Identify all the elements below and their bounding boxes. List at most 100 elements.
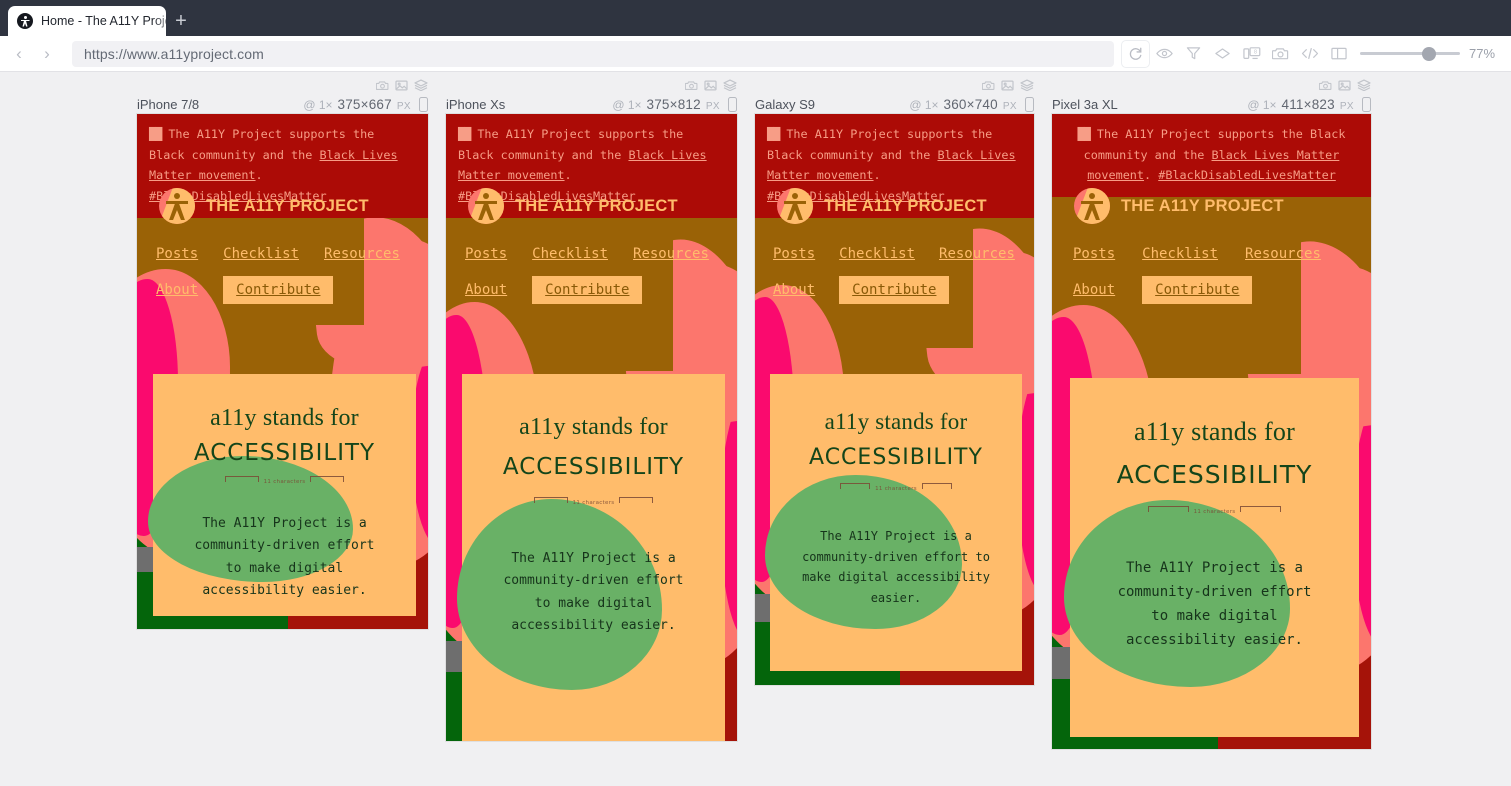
hero-content: a11y stands for ACCESSIBILITY 11 charact…: [770, 374, 1022, 671]
rotate-device-icon[interactable]: [419, 97, 428, 112]
camera-icon[interactable]: [1318, 78, 1332, 96]
layers-icon[interactable]: [1020, 78, 1034, 96]
camera-icon[interactable]: [684, 78, 698, 96]
hero-heading-secondary: ACCESSIBILITY: [193, 440, 376, 466]
devices-icon[interactable]: 8: [1238, 41, 1265, 67]
nav-link-about[interactable]: About: [1073, 278, 1115, 302]
nav-link-posts[interactable]: Posts: [1073, 242, 1115, 266]
measure-bar-right: [619, 497, 654, 503]
device-scale: @ 1×: [303, 98, 333, 112]
nav-link-resources[interactable]: Resources: [1245, 242, 1321, 266]
eye-icon[interactable]: [1151, 41, 1178, 67]
zoom-level-label: 77%: [1469, 46, 1496, 61]
zoom-slider-knob[interactable]: [1422, 46, 1436, 61]
hero-heading-primary: a11y stands for: [210, 405, 359, 431]
rendered-page: a11y stands for ACCESSIBILITY 11 charact…: [1052, 114, 1371, 749]
hero-content: a11y stands for ACCESSIBILITY 11 charact…: [153, 374, 416, 616]
hero-heading-secondary: ACCESSIBILITY: [502, 454, 685, 480]
nav-link-about[interactable]: About: [156, 278, 198, 302]
nav-link-about[interactable]: About: [773, 278, 815, 302]
device-unit: PX: [396, 101, 411, 112]
site-logo[interactable]: THE A11Y PROJECT: [137, 188, 428, 224]
rotate-device-icon[interactable]: [1362, 97, 1371, 112]
back-button[interactable]: ‹: [6, 41, 32, 67]
measure-bar-left: [1148, 506, 1189, 512]
camera-icon[interactable]: [375, 78, 389, 96]
site-logo[interactable]: THE A11Y PROJECT: [446, 188, 737, 224]
nav-link-resources[interactable]: Resources: [324, 242, 400, 266]
contribute-button[interactable]: Contribute: [223, 276, 334, 304]
device-scale: @ 1×: [1247, 98, 1277, 112]
accessibility-person-icon: [159, 188, 195, 224]
contribute-button[interactable]: Contribute: [839, 276, 950, 304]
measure-bar-right: [921, 483, 953, 489]
device-viewport[interactable]: a11y stands for ACCESSIBILITY 11 charact…: [755, 114, 1034, 685]
device-name: Galaxy S9: [755, 97, 815, 112]
device-frame-actions: [375, 78, 428, 96]
nav-link-posts[interactable]: Posts: [773, 242, 815, 266]
layers-icon[interactable]: [414, 78, 428, 96]
reload-icon[interactable]: [1122, 40, 1149, 67]
hero-card: a11y stands for ACCESSIBILITY 11 charact…: [1064, 378, 1359, 737]
nav-link-posts[interactable]: Posts: [156, 242, 198, 266]
nav-link-resources[interactable]: Resources: [633, 242, 709, 266]
rotate-device-icon[interactable]: [1025, 97, 1034, 112]
filter-icon[interactable]: [1180, 41, 1207, 67]
device-frame: iPhone Xs @ 1× 375×812 PX a11y stands fo…: [446, 78, 737, 786]
device-name: Pixel 3a XL: [1052, 97, 1118, 112]
flag-glyph: ██: [767, 127, 780, 141]
rendered-page: a11y stands for ACCESSIBILITY 11 charact…: [755, 114, 1034, 685]
camera-icon[interactable]: [981, 78, 995, 96]
device-name: iPhone Xs: [446, 97, 506, 112]
device-frame: Galaxy S9 @ 1× 360×740 PX a11y stands fo…: [755, 78, 1034, 786]
measure-bar-left: [225, 476, 259, 482]
device-frame-header: Galaxy S9 @ 1× 360×740 PX: [755, 78, 1034, 114]
nav-link-checklist[interactable]: Checklist: [532, 242, 608, 266]
zoom-control[interactable]: 77%: [1360, 46, 1501, 61]
layers-icon[interactable]: [1357, 78, 1371, 96]
site-logo[interactable]: THE A11Y PROJECT: [755, 188, 1034, 224]
image-icon[interactable]: [1338, 78, 1351, 96]
rendered-page: a11y stands for ACCESSIBILITY 11 charact…: [446, 114, 737, 741]
diamond-icon[interactable]: [1209, 41, 1236, 67]
device-dimensions: 360×740: [943, 97, 998, 112]
camera-icon[interactable]: [1267, 41, 1294, 67]
contribute-button[interactable]: Contribute: [532, 276, 643, 304]
image-icon[interactable]: [1001, 78, 1014, 96]
image-icon[interactable]: [395, 78, 408, 96]
layers-icon[interactable]: [723, 78, 737, 96]
hero-heading-primary: a11y stands for: [519, 414, 668, 440]
forward-button[interactable]: ›: [34, 41, 60, 67]
contribute-button[interactable]: Contribute: [1142, 276, 1253, 304]
split-panel-icon[interactable]: [1325, 41, 1352, 67]
tab-title: Home - The A11Y Project: [41, 14, 166, 28]
device-viewport[interactable]: a11y stands for ACCESSIBILITY 11 charact…: [1052, 114, 1371, 749]
zoom-slider[interactable]: [1360, 46, 1460, 61]
site-navigation: Posts Checklist Resources About Contribute: [1052, 224, 1371, 304]
browser-tab[interactable]: Home - The A11Y Project: [8, 6, 166, 36]
measure-bar-left: [534, 497, 568, 503]
new-tab-button[interactable]: +: [166, 6, 196, 36]
site-logo[interactable]: THE A11Y PROJECT: [1052, 188, 1371, 224]
code-icon[interactable]: [1296, 41, 1323, 67]
site-logo-text: THE A11Y PROJECT: [515, 196, 678, 215]
url-input[interactable]: https://www.a11yproject.com: [72, 40, 1114, 67]
measure-label: 11 characters: [1193, 509, 1236, 515]
hero-heading-secondary: ACCESSIBILITY: [809, 445, 983, 470]
nav-link-checklist[interactable]: Checklist: [839, 242, 915, 266]
nav-link-resources[interactable]: Resources: [939, 242, 1015, 266]
accessibility-person-icon: [468, 188, 504, 224]
device-dimensions: 411×823: [1281, 97, 1335, 112]
measure-bar-right: [1240, 506, 1282, 512]
nav-link-checklist[interactable]: Checklist: [1142, 242, 1218, 266]
device-viewport[interactable]: a11y stands for ACCESSIBILITY 11 charact…: [137, 114, 428, 629]
device-frame-actions: [684, 78, 737, 96]
rotate-device-icon[interactable]: [728, 97, 737, 112]
site-logo-text: THE A11Y PROJECT: [824, 196, 987, 215]
nav-link-about[interactable]: About: [465, 278, 507, 302]
character-count-annotation: 11 characters: [784, 483, 1008, 492]
image-icon[interactable]: [704, 78, 717, 96]
device-viewport[interactable]: a11y stands for ACCESSIBILITY 11 charact…: [446, 114, 737, 741]
nav-link-posts[interactable]: Posts: [465, 242, 507, 266]
nav-link-checklist[interactable]: Checklist: [223, 242, 299, 266]
